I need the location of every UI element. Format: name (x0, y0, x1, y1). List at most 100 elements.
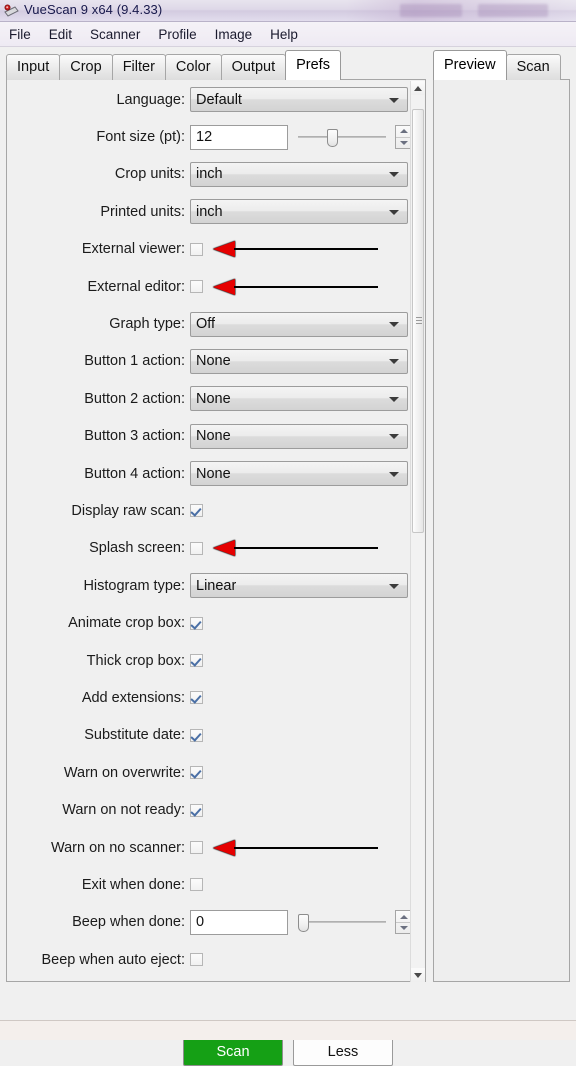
window-title: VueScan 9 x64 (9.4.33) (24, 2, 163, 17)
prefs-checkbox-substitute-date[interactable] (190, 728, 203, 742)
prefs-label-external-editor: External editor: (87, 278, 185, 295)
prefs-checkbox-display-raw-scan[interactable] (190, 504, 203, 518)
prefs-row-splash-screen: Splash screen: (8, 530, 412, 567)
prefs-input-font-size-pt-[interactable]: 12 (190, 124, 288, 150)
prefs-checkbox-warn-on-overwrite[interactable] (190, 766, 203, 780)
statusbar (0, 1020, 576, 1040)
prefs-row-add-extensions: Add extensions: (8, 679, 412, 716)
prefs-select-value-button-3-action: None (196, 428, 231, 445)
prefs-select-value-printed-units: inch (196, 203, 223, 220)
prefs-checkbox-external-viewer[interactable] (190, 242, 203, 256)
action-button-bar: Scan Less (0, 1038, 576, 1066)
prefs-vertical-scrollbar[interactable] (410, 81, 425, 982)
tab-scan[interactable]: Scan (505, 54, 561, 80)
chevron-down-icon (389, 97, 399, 103)
menu-item-profile[interactable]: Profile (150, 25, 204, 44)
prefs-checkbox-beep-when-auto-eject[interactable] (190, 953, 203, 967)
stepper-up-button[interactable] (396, 911, 411, 923)
prefs-select-value-histogram-type: Linear (196, 577, 237, 594)
prefs-label-exit-when-done: Exit when done: (81, 876, 185, 893)
tab-prefs[interactable]: Prefs (285, 50, 341, 80)
prefs-select-histogram-type[interactable]: Linear (190, 573, 408, 599)
prefs-row-exit-when-done: Exit when done: (8, 866, 412, 903)
prefs-select-graph-type[interactable]: Off (190, 311, 408, 337)
prefs-row-button-3-action: Button 3 action: None (8, 418, 412, 455)
chevron-down-icon (389, 359, 399, 365)
menu-item-edit[interactable]: Edit (41, 25, 80, 44)
prefs-checkbox-splash-screen[interactable] (190, 541, 203, 555)
prefs-select-value-graph-type: Off (196, 316, 216, 333)
prefs-row-histogram-type: Histogram type: Linear (8, 567, 412, 604)
stepper-up-button[interactable] (396, 126, 411, 138)
prefs-label-substitute-date: Substitute date: (84, 727, 185, 744)
prefs-label-button-1-action: Button 1 action: (84, 353, 185, 370)
scrollbar-grip-icon (416, 317, 422, 325)
settings-tabstrip: Input Crop Filter Color Output Prefs (6, 50, 341, 80)
prefs-label-button-2-action: Button 2 action: (84, 390, 185, 407)
prefs-label-warn-on-not-ready: Warn on not ready: (62, 802, 185, 819)
prefs-row-button-4-action: Button 4 action: None (8, 455, 412, 492)
preview-panel[interactable] (433, 79, 570, 982)
less-button[interactable]: Less (293, 1038, 393, 1066)
prefs-input-beep-when-done[interactable]: 0 (190, 909, 288, 935)
prefs-select-button-3-action[interactable]: None (190, 423, 408, 449)
prefs-row-beep-when-auto-eject: Beep when auto eject: (8, 941, 412, 978)
prefs-row-warn-on-not-ready: Warn on not ready: (8, 791, 412, 828)
prefs-form-rows: Language: Default Font size (pt): 12 Crop un… (8, 81, 412, 978)
menu-item-file[interactable]: File (1, 25, 39, 44)
prefs-row-language: Language: Default (8, 81, 412, 118)
triangle-up-icon (399, 914, 408, 919)
menu-item-help[interactable]: Help (262, 25, 306, 44)
window-titlebar: VueScan 9 x64 (9.4.33) (0, 0, 576, 22)
tab-filter[interactable]: Filter (111, 54, 166, 80)
prefs-select-language[interactable]: Default (190, 87, 408, 113)
tab-color[interactable]: Color (164, 54, 222, 80)
prefs-row-substitute-date: Substitute date: (8, 717, 412, 754)
tab-input[interactable]: Input (6, 54, 61, 80)
tab-preview[interactable]: Preview (433, 50, 507, 80)
prefs-row-warn-on-no-scanner: Warn on no scanner: (8, 829, 412, 866)
prefs-select-button-1-action[interactable]: None (190, 348, 408, 374)
prefs-checkbox-external-editor[interactable] (190, 280, 203, 294)
prefs-label-crop-units: Crop units: (114, 166, 185, 183)
annotation-arrow-external-editor (213, 278, 378, 296)
prefs-select-crop-units[interactable]: inch (190, 161, 408, 187)
prefs-label-warn-on-overwrite: Warn on overwrite: (63, 764, 185, 781)
slider-thumb[interactable] (298, 913, 309, 932)
titlebar-ghost-artifact-1 (400, 4, 462, 17)
scrollbar-up-button[interactable] (411, 81, 425, 95)
prefs-select-printed-units[interactable]: inch (190, 199, 408, 225)
prefs-label-display-raw-scan: Display raw scan: (71, 502, 185, 519)
tab-output[interactable]: Output (220, 54, 287, 80)
prefs-label-histogram-type: Histogram type: (83, 577, 185, 594)
prefs-label-button-3-action: Button 3 action: (84, 428, 185, 445)
slider-thumb[interactable] (327, 128, 339, 147)
tab-crop[interactable]: Crop (59, 54, 113, 80)
prefs-checkbox-animate-crop-box[interactable] (190, 616, 203, 630)
stepper-down-button[interactable] (396, 923, 411, 934)
menubar: File Edit Scanner Profile Image Help (0, 22, 576, 47)
main-content-area: Input Crop Filter Color Output Prefs Preview S… (0, 47, 576, 1066)
prefs-row-warn-on-overwrite: Warn on overwrite: (8, 754, 412, 791)
prefs-select-value-button-4-action: None (196, 465, 231, 482)
prefs-slider-beep-when-done[interactable] (298, 910, 386, 935)
prefs-label-printed-units: Printed units: (100, 203, 185, 220)
prefs-row-font-size-pt-: Font size (pt): 12 (8, 118, 412, 155)
triangle-down-icon (399, 926, 408, 931)
prefs-select-button-4-action[interactable]: None (190, 461, 408, 487)
menu-item-image[interactable]: Image (207, 25, 261, 44)
prefs-slider-font-size-pt-[interactable] (298, 125, 386, 150)
scan-button[interactable]: Scan (183, 1038, 283, 1066)
prefs-checkbox-add-extensions[interactable] (190, 691, 203, 705)
scrollbar-thumb[interactable] (412, 108, 424, 534)
prefs-select-button-2-action[interactable]: None (190, 386, 408, 412)
stepper-down-button[interactable] (396, 138, 411, 149)
triangle-down-icon (399, 140, 408, 145)
prefs-checkbox-exit-when-done[interactable] (190, 878, 203, 892)
prefs-checkbox-warn-on-no-scanner[interactable] (190, 841, 203, 854)
prefs-checkbox-warn-on-not-ready[interactable] (190, 803, 203, 817)
prefs-checkbox-thick-crop-box[interactable] (190, 654, 203, 668)
prefs-row-thick-crop-box: Thick crop box: (8, 642, 412, 679)
menu-item-scanner[interactable]: Scanner (82, 25, 148, 44)
scrollbar-down-button[interactable] (411, 968, 425, 982)
